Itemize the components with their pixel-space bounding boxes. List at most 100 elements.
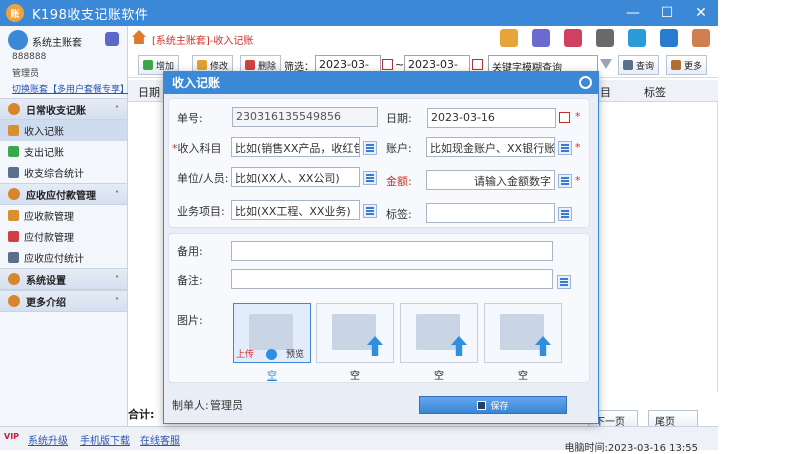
- column-date[interactable]: 日期: [138, 84, 160, 100]
- users-icon[interactable]: [628, 29, 646, 47]
- doc-no-label: 单号:: [177, 112, 203, 125]
- project-label: 业务项目:: [177, 205, 225, 218]
- more-label: 更多: [684, 61, 703, 72]
- subject-field[interactable]: 比如(销售XX产品，收红包): [231, 137, 360, 157]
- spare-label: 备用:: [177, 245, 203, 258]
- home-icon[interactable]: [132, 30, 146, 44]
- sidebar-item-receivable[interactable]: 应收款管理: [0, 205, 127, 226]
- spare-field[interactable]: [231, 241, 553, 261]
- sidebar-item-income[interactable]: 收入记账: [0, 120, 127, 141]
- chevron-up-icon: ˄: [115, 189, 119, 199]
- system-clock: 电脑时间:2023-03-16 13:55: [564, 443, 698, 454]
- date-field[interactable]: 2023-03-16: [427, 108, 556, 128]
- sidebar-item-label: 应收款管理: [24, 212, 74, 223]
- maximize-button[interactable]: ☐: [650, 0, 684, 26]
- sidebar-item-expense[interactable]: 支出记账: [0, 141, 127, 162]
- section-label: 系统设置: [26, 275, 66, 287]
- more-button[interactable]: 更多: [666, 55, 708, 75]
- column-item[interactable]: 目: [600, 84, 611, 100]
- chevron-up-icon: ˄: [115, 104, 119, 114]
- calendar-icon[interactable]: [472, 59, 483, 70]
- upload-link[interactable]: 上传: [236, 347, 254, 360]
- sidebar-item-label: 支出记账: [24, 148, 64, 159]
- image-caption: 空: [350, 371, 360, 382]
- add-label: 增加: [156, 61, 175, 72]
- image-slot-1[interactable]: 上传 预览: [233, 303, 311, 363]
- account-field[interactable]: 比如现金账户、XX银行账户: [426, 137, 555, 157]
- chevron-down-icon: ˅: [115, 296, 119, 306]
- chart-icon: [8, 167, 19, 178]
- list-picker-icon[interactable]: [557, 275, 571, 289]
- preview-link[interactable]: 预览: [286, 347, 304, 360]
- income-icon: [8, 125, 19, 136]
- image-slot-2[interactable]: [316, 303, 394, 363]
- image-slot-3[interactable]: [400, 303, 478, 363]
- power-close-icon[interactable]: [579, 76, 592, 89]
- sidebar: 系统主账套 888888 管理员 切换账套【多用户套餐专享】 日常收支记账 ˄ …: [0, 26, 129, 426]
- user-icon: [8, 273, 20, 285]
- section-label: 日常收支记账: [26, 105, 86, 117]
- doc-no-field[interactable]: 230316135549856: [232, 107, 378, 127]
- home-shortcut-icon[interactable]: [500, 29, 518, 47]
- list-picker-icon[interactable]: [363, 204, 377, 218]
- sidebar-item-summary[interactable]: 收支综合统计: [0, 162, 127, 183]
- list-picker-icon[interactable]: [363, 171, 377, 185]
- column-tag[interactable]: 标签: [644, 84, 666, 100]
- note-field[interactable]: [231, 269, 553, 289]
- remove-icon[interactable]: [266, 349, 277, 360]
- receivable-icon: [8, 210, 19, 221]
- unit-field[interactable]: 比如(XX人、XX公司): [231, 167, 360, 187]
- list-picker-icon[interactable]: [558, 207, 572, 221]
- tag-label: 标签:: [386, 208, 412, 221]
- section-more[interactable]: 更多介绍 ˅: [0, 290, 127, 312]
- image-slot-4[interactable]: [484, 303, 562, 363]
- list-picker-icon[interactable]: [363, 141, 377, 155]
- search-icon: [623, 60, 633, 70]
- query-label: 查询: [636, 61, 655, 72]
- dialog-title: 收入记账: [172, 76, 221, 90]
- desktop-area: [718, 0, 800, 450]
- sidebar-item-payable[interactable]: 应付款管理: [0, 226, 127, 247]
- upgrade-link[interactable]: 系统升级: [28, 432, 68, 447]
- dropdown-icon[interactable]: [600, 59, 612, 69]
- close-button[interactable]: ✕: [684, 0, 718, 26]
- sidebar-item-label: 收入记账: [24, 127, 64, 138]
- note-label: 备注:: [177, 274, 203, 287]
- key-user-icon[interactable]: [660, 29, 678, 47]
- tag-field[interactable]: [426, 203, 555, 223]
- switch-account-link[interactable]: 切换账套【多用户套餐专享】: [12, 82, 129, 95]
- section-label: 应收应付款管理: [26, 190, 96, 202]
- online-support-link[interactable]: 在线客服: [140, 432, 180, 447]
- chevron-down-icon: ˅: [115, 274, 119, 284]
- amount-field[interactable]: 请输入金额数字: [426, 170, 555, 190]
- sidebar-item-ar-ap-stats[interactable]: 应收应付统计: [0, 247, 127, 268]
- minimize-button[interactable]: —: [616, 0, 650, 26]
- mobile-download-link[interactable]: 手机版下载: [80, 432, 130, 447]
- save-button[interactable]: 保存: [419, 396, 567, 414]
- switch-account-icon[interactable]: [105, 32, 119, 46]
- date-label: 日期:: [386, 112, 412, 125]
- section-label: 更多介绍: [26, 297, 66, 309]
- account-avatar-icon: [8, 30, 28, 50]
- section-daily-bookkeeping[interactable]: 日常收支记账 ˄: [0, 98, 127, 120]
- account-label: 账户:: [386, 142, 412, 155]
- section-settings[interactable]: 系统设置 ˅: [0, 268, 127, 290]
- support-agent-icon[interactable]: [692, 29, 710, 47]
- vip-icon[interactable]: [564, 29, 582, 47]
- payable-icon: [8, 231, 19, 242]
- calendar-icon[interactable]: [559, 112, 570, 123]
- section-receivables[interactable]: 应收应付款管理 ˄: [0, 183, 127, 205]
- calculator-icon[interactable]: [558, 174, 572, 188]
- calendar-icon[interactable]: [382, 59, 393, 70]
- calculator-icon[interactable]: [596, 29, 614, 47]
- list-picker-icon[interactable]: [558, 141, 572, 155]
- user-icon: [8, 188, 20, 200]
- subject-label: *收入科目: [172, 142, 222, 155]
- account-code: 888888: [12, 52, 47, 62]
- switch-icon[interactable]: [532, 29, 550, 47]
- unit-label: 单位/人员:: [177, 172, 229, 185]
- query-button[interactable]: 查询: [618, 55, 660, 75]
- user-icon: [8, 295, 20, 307]
- project-field[interactable]: 比如(XX工程、XX业务): [231, 200, 360, 220]
- dialog-title-bar: 收入记账: [164, 72, 598, 94]
